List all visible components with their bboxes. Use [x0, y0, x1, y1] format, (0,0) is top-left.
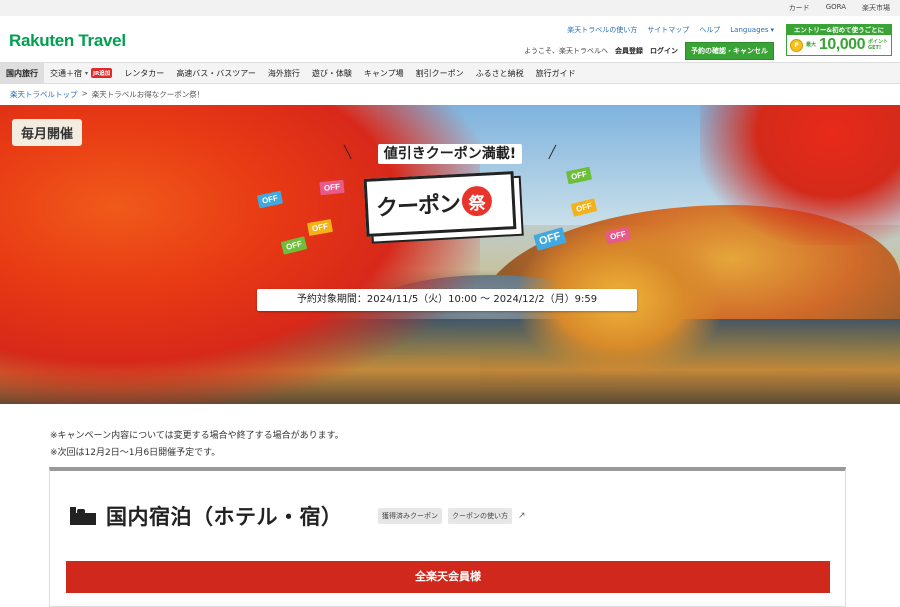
util-link-card[interactable]: カード — [789, 3, 810, 13]
utility-links: カード GORA 楽天市場 — [789, 3, 890, 13]
nav-item-activities[interactable]: 遊び・体験 — [306, 63, 358, 83]
section-title: 国内宿泊（ホテル・宿） — [106, 505, 343, 529]
nav-item-camping[interactable]: キャンプ場 — [358, 63, 410, 83]
util-link-gora[interactable]: GORA — [826, 3, 846, 13]
nav-item-coupons[interactable]: 割引クーポン — [410, 63, 470, 83]
entry-campaign-banner[interactable]: エントリー&初めて使うごとに P 最大 10,000 ポイント GET! — [786, 24, 892, 56]
section-heading: 国内宿泊（ホテル・宿） — [70, 501, 343, 531]
help-links: 楽天トラベルの使い方 サイトマップ ヘルプ Languages ▾ — [567, 25, 774, 35]
nav-item-domestic[interactable]: 国内旅行 — [0, 63, 44, 83]
chevron-down-icon: ▾ — [85, 69, 89, 77]
off-tag: OFF — [319, 179, 345, 196]
matsuri-badge: 祭 — [461, 185, 493, 217]
hero-maple-leaves-right — [700, 105, 900, 245]
nav-item-bus[interactable]: 高速バス・バスツアー — [170, 63, 262, 83]
bed-icon — [70, 507, 96, 525]
external-link-icon: ↗ — [518, 511, 526, 521]
breadcrumb-current: 楽天トラベルお得なクーポン祭！ — [91, 90, 205, 99]
reservation-check-button[interactable]: 予約の確認・キャンセル — [685, 42, 774, 60]
utility-bar: カード GORA 楽天市場 — [0, 0, 900, 16]
chevron-down-icon: ▾ — [770, 26, 774, 34]
reservation-period: 予約対象期間：2024/11/5（火）10:00 〜 2024/12/2（月）9… — [257, 289, 637, 311]
link-help[interactable]: ヘルプ — [699, 25, 720, 35]
main-nav: 国内旅行 交通＋宿 ▾ JR追加 レンタカー 高速バス・バスツアー 海外旅行 遊… — [0, 62, 900, 84]
all-members-bar: 全楽天会員様 — [66, 561, 830, 593]
util-link-ichiba[interactable]: 楽天市場 — [862, 3, 890, 13]
hero-catchcopy: ╲ 値引きクーポン満載! ╱ — [340, 143, 560, 164]
coupon-festival-logo: クーポン 祭 — [363, 171, 517, 237]
nav-item-rental-car[interactable]: レンタカー — [118, 63, 170, 83]
entry-suffix: ポイント GET! — [868, 39, 888, 51]
entry-suffix-get: GET! — [867, 45, 882, 51]
welcome-row: ようこそ、楽天トラベルへ 会員登録 ログイン 予約の確認・キャンセル — [524, 42, 774, 60]
nav-item-transport-hotel[interactable]: 交通＋宿 ▾ JR追加 — [44, 63, 118, 83]
nav-item-furusato[interactable]: ふるさと納税 — [470, 63, 530, 83]
campaign-notes: ※キャンペーン内容については変更する場合や終了する場合があります。 ※次回は12… — [50, 428, 344, 462]
coupon-festival-hero-banner: 毎月開催 ╲ 値引きクーポン満載! ╱ クーポン 祭 OFF OFF OFF O… — [0, 105, 900, 404]
languages-label: Languages — [730, 26, 769, 34]
coupon-logo-text: クーポン — [375, 191, 461, 222]
welcome-text: ようこそ、楽天トラベルへ — [524, 47, 608, 55]
catchcopy-text: 値引きクーポン満載! — [377, 144, 523, 164]
entry-banner-top: エントリー&初めて使うごとに — [787, 25, 891, 35]
burst-left-icon: ╲ — [344, 145, 352, 159]
login-link[interactable]: ログイン — [650, 46, 678, 56]
domestic-stay-section: 国内宿泊（ホテル・宿） 獲得済みクーポン クーポンの使い方 ↗ 全楽天会員様 — [49, 467, 846, 607]
coupon-logo-inner: クーポン 祭 — [375, 184, 493, 222]
nav-item-overseas[interactable]: 海外旅行 — [262, 63, 306, 83]
entry-banner-bottom: P 最大 10,000 ポイント GET! — [787, 35, 891, 55]
breadcrumb: 楽天トラベルトップ > 楽天トラベルお得なクーポン祭！ — [10, 89, 204, 100]
jr-badge: JR追加 — [91, 68, 113, 78]
burst-right-icon: ╱ — [548, 145, 556, 159]
point-coin-icon: P — [790, 38, 804, 52]
link-how-to-use[interactable]: 楽天トラベルの使い方 — [567, 25, 637, 35]
breadcrumb-separator: > — [81, 89, 88, 98]
member-register-link[interactable]: 会員登録 — [615, 46, 643, 56]
note-change: ※キャンペーン内容については変更する場合や終了する場合があります。 — [50, 431, 344, 441]
entry-prefix: 最大 — [806, 42, 817, 48]
site-header: Rakuten Travel 楽天トラベルの使い方 サイトマップ ヘルプ Lan… — [0, 16, 900, 62]
obtained-coupons-button[interactable]: 獲得済みクーポン — [378, 508, 442, 524]
rakuten-travel-logo[interactable]: Rakuten Travel — [9, 31, 126, 51]
entry-amount: 10,000 — [819, 36, 865, 53]
coupon-howto-button[interactable]: クーポンの使い方 — [448, 508, 512, 524]
nav-item-label: 交通＋宿 — [50, 68, 82, 78]
note-next: ※次回は12月2日〜1月6日開催予定です。 — [50, 448, 221, 458]
link-sitemap[interactable]: サイトマップ — [647, 25, 689, 35]
breadcrumb-home[interactable]: 楽天トラベルトップ — [10, 89, 78, 100]
nav-item-guide[interactable]: 旅行ガイド — [530, 63, 582, 83]
languages-dropdown[interactable]: Languages ▾ — [730, 25, 774, 35]
section-chips: 獲得済みクーポン クーポンの使い方 ↗ — [378, 508, 526, 524]
monthly-tag: 毎月開催 — [12, 119, 83, 146]
